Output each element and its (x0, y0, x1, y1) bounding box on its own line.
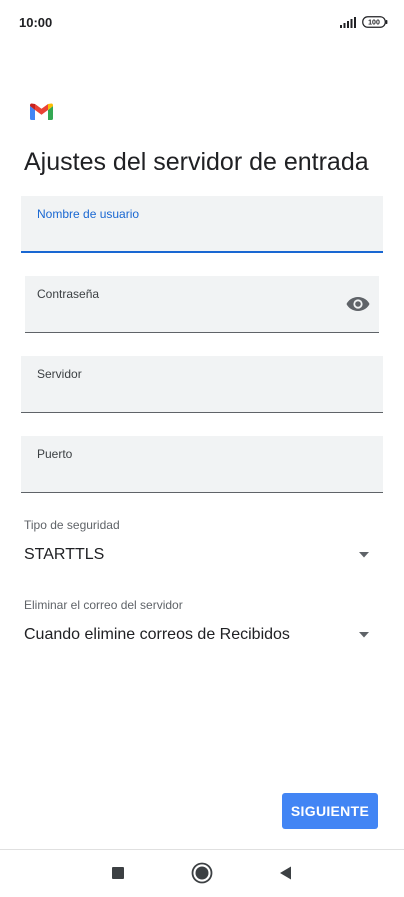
status-time: 10:00 (19, 15, 53, 30)
back-triangle-icon (279, 866, 291, 880)
battery-level: 100 (368, 20, 380, 27)
delete-mail-value: Cuando elimine correos de Recibidos (24, 626, 290, 643)
username-label: Nombre de usuario (37, 207, 140, 221)
page-title: Ajustes del servidor de entrada (24, 148, 369, 176)
port-label: Puerto (37, 447, 73, 461)
eye-icon (346, 297, 370, 311)
security-type-label: Tipo de seguridad (24, 518, 120, 532)
username-field[interactable]: Nombre de usuario (21, 196, 383, 253)
next-button[interactable]: SIGUIENTE (282, 793, 378, 829)
screen: 10:00 100 Ajustes del servidor de entrad… (0, 0, 404, 897)
port-field[interactable]: Puerto (21, 436, 383, 493)
security-type-value: STARTTLS (24, 546, 105, 563)
password-field[interactable]: Contraseña (25, 276, 379, 333)
signal-icon (340, 17, 356, 28)
home-circle-icon (191, 862, 213, 884)
port-input[interactable] (37, 464, 335, 486)
password-input[interactable] (37, 304, 331, 326)
server-field[interactable]: Servidor (21, 356, 383, 413)
password-label: Contraseña (37, 287, 100, 301)
recents-button[interactable] (104, 861, 132, 885)
dropdown-arrow-icon (359, 552, 369, 558)
dropdown-arrow-icon (359, 632, 369, 638)
delete-mail-dropdown[interactable]: Cuando elimine correos de Recibidos (24, 622, 376, 650)
recents-square-icon (112, 867, 124, 879)
status-bar: 10:00 100 (0, 0, 404, 46)
security-type-dropdown[interactable]: STARTTLS (24, 542, 376, 570)
username-input[interactable] (37, 223, 335, 245)
gmail-logo-icon (30, 103, 53, 120)
battery-icon: 100 (362, 16, 388, 28)
delete-mail-label: Eliminar el correo del servidor (24, 598, 183, 612)
server-input[interactable] (37, 384, 335, 406)
home-button[interactable] (188, 861, 216, 885)
back-button[interactable] (271, 861, 299, 885)
navigation-bar (0, 850, 404, 897)
password-visibility-toggle[interactable] (345, 294, 371, 314)
server-label: Servidor (37, 367, 82, 381)
